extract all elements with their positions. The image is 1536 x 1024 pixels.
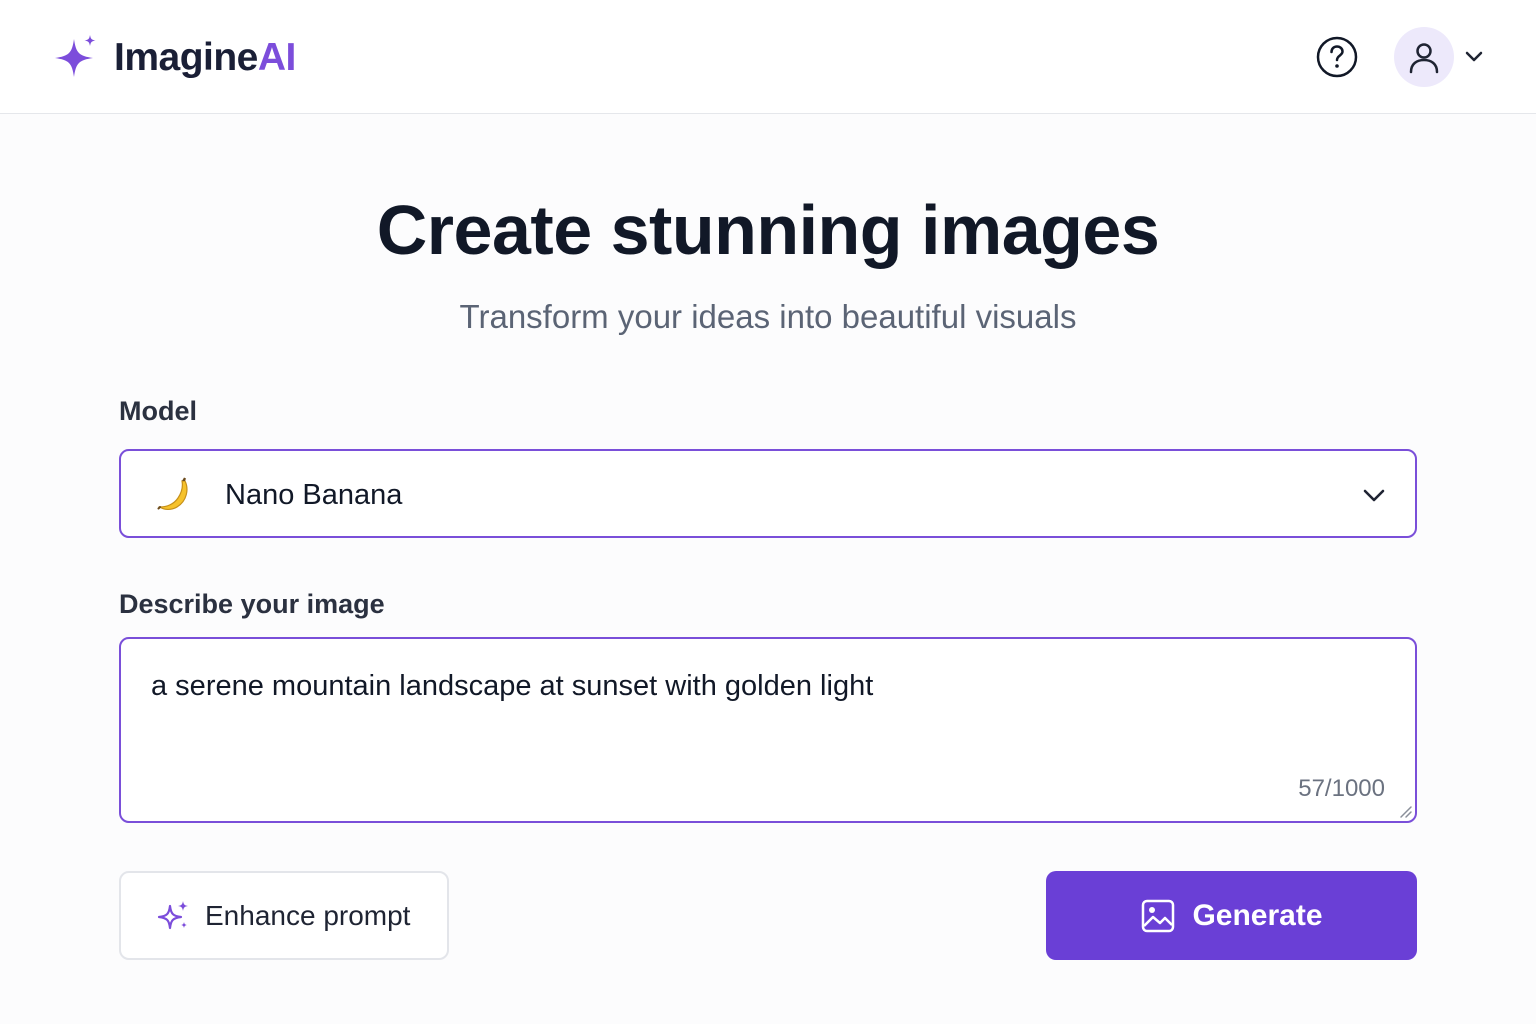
resize-handle-icon[interactable] [1397, 803, 1413, 819]
user-avatar-button[interactable] [1394, 27, 1454, 87]
brand-logo[interactable]: ImagineAI [50, 32, 296, 84]
enhance-prompt-button[interactable]: Enhance prompt [119, 871, 449, 960]
sparkle-logo-icon [55, 35, 96, 77]
prompt-text: a serene mountain landscape at sunset wi… [151, 670, 874, 702]
sparkles-icon [157, 900, 188, 929]
top-header: ImagineAI [0, 0, 1536, 114]
model-select[interactable]: Nano Banana [119, 449, 1417, 538]
banana-icon [157, 477, 188, 511]
user-icon [1409, 43, 1439, 74]
enhance-prompt-label: Enhance prompt [205, 899, 411, 931]
model-label: Model [119, 396, 197, 426]
model-select-value: Nano Banana [225, 479, 403, 511]
image-icon [1142, 899, 1175, 932]
prompt-textarea[interactable]: a serene mountain landscape at sunset wi… [119, 637, 1417, 823]
generate-button[interactable]: Generate [1046, 871, 1417, 960]
page-title: Create stunning images [376, 191, 1160, 269]
page-subtitle: Transform your ideas into beautiful visu… [459, 298, 1077, 335]
char-counter: 57/1000 [1298, 775, 1385, 802]
help-circle-icon[interactable] [1315, 35, 1359, 79]
brand-name: ImagineAI [114, 36, 296, 79]
chevron-down-icon[interactable] [1463, 45, 1485, 67]
chevron-down-icon [1363, 489, 1385, 502]
description-label: Describe your image [119, 589, 385, 619]
generate-label: Generate [1192, 898, 1323, 932]
